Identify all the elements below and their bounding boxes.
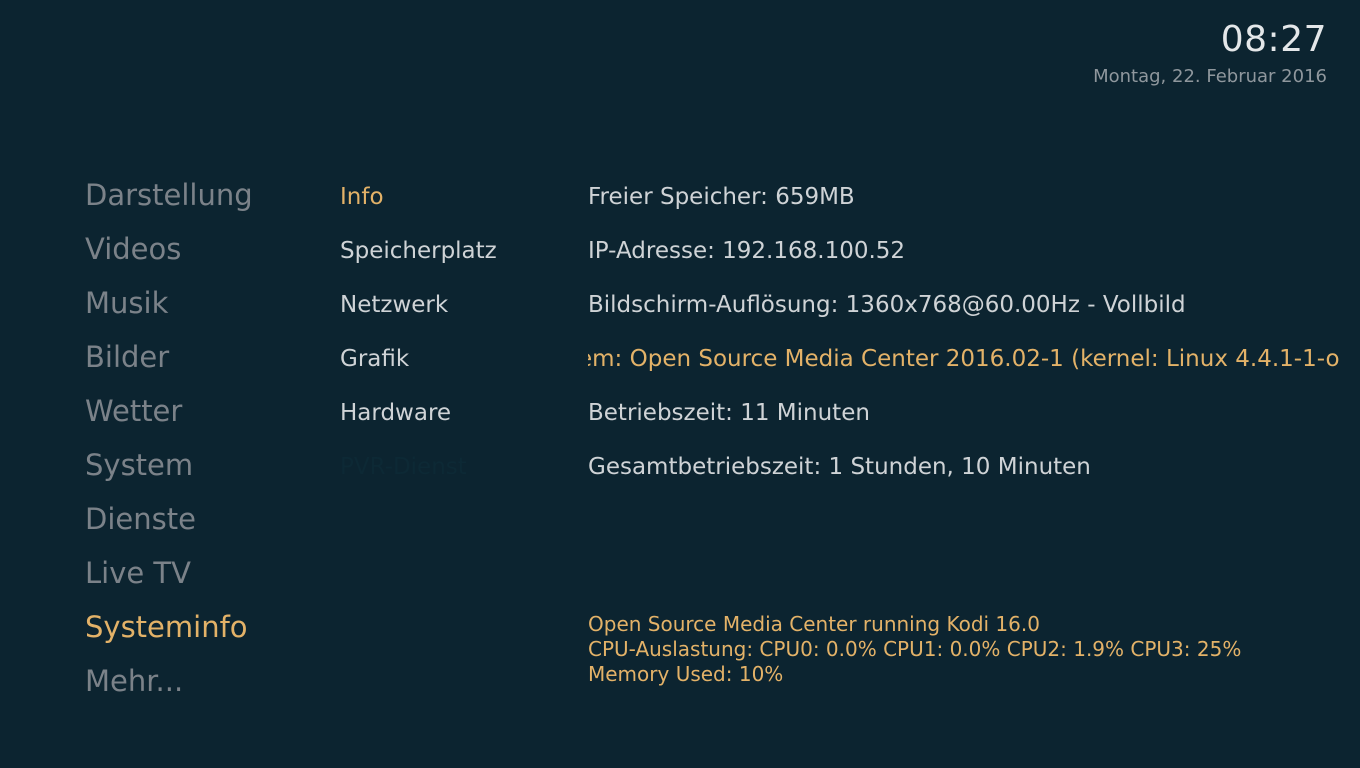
clock-area: 08:27 Montag, 22. Februar 2016 — [1093, 22, 1327, 86]
sidebar-item-wetter[interactable]: Wetter — [85, 384, 325, 438]
sidebar-item-videos[interactable]: Videos — [85, 222, 325, 276]
status-line: Memory Used: 10% — [588, 662, 784, 686]
info-row: Betriebszeit: 11 Minuten — [588, 400, 870, 426]
info-row-scrolling: em: Open Source Media Center 2016.02-1 (… — [588, 332, 1360, 386]
sidebar-item-musik[interactable]: Musik — [85, 276, 325, 330]
subcategory-item-speicherplatz[interactable]: Speicherplatz — [340, 224, 570, 278]
status-line: Open Source Media Center running Kodi 16… — [588, 612, 1040, 636]
clock-date: Montag, 22. Februar 2016 — [1093, 66, 1327, 87]
settings-category-menu: Darstellung Videos Musik Bilder Wetter System… — [85, 168, 325, 708]
info-row: IP-Adresse: 192.168.100.52 — [588, 238, 906, 264]
subcategory-item-pvr-dienst: PVR-Dienst — [340, 454, 467, 480]
subcategory-item-netzwerk[interactable]: Netzwerk — [340, 278, 570, 332]
info-row: Freier Speicher: 659MB — [588, 184, 855, 210]
sidebar-item-mehr[interactable]: Mehr... — [85, 654, 325, 708]
subcategory-item-grafik[interactable]: Grafik — [340, 332, 570, 386]
info-row-scroll-text: em: Open Source Media Center 2016.02-1 (… — [588, 346, 1340, 372]
system-status-block: Open Source Media Center running Kodi 16… — [588, 612, 1348, 687]
sidebar-item-darstellung[interactable]: Darstellung — [85, 168, 325, 222]
sidebar-item-live-tv[interactable]: Live TV — [85, 546, 325, 600]
sidebar-item-systeminfo[interactable]: Systeminfo — [85, 600, 325, 654]
subcategory-item-hardware[interactable]: Hardware — [340, 386, 570, 440]
system-info-panel: Freier Speicher: 659MB IP-Adresse: 192.16… — [588, 170, 1360, 494]
subcategory-item-info[interactable]: Info — [340, 170, 570, 224]
info-row: Bildschirm-Auflösung: 1360x768@60.00Hz -… — [588, 292, 1186, 318]
kodi-systeminfo-screen: 08:27 Montag, 22. Februar 2016 Darstellu… — [0, 0, 1360, 768]
systeminfo-subcategory-menu: Info Speicherplatz Netzwerk Grafik Hardware P… — [340, 170, 570, 494]
sidebar-item-dienste[interactable]: Dienste — [85, 492, 325, 546]
info-row: Gesamtbetriebszeit: 1 Stunden, 10 Minute… — [588, 454, 1091, 480]
sidebar-item-system[interactable]: System — [85, 438, 325, 492]
clock-time: 08:27 — [1220, 19, 1327, 60]
sidebar-item-bilder[interactable]: Bilder — [85, 330, 325, 384]
status-line: CPU-Auslastung: CPU0: 0.0% CPU1: 0.0% CP… — [588, 637, 1242, 661]
